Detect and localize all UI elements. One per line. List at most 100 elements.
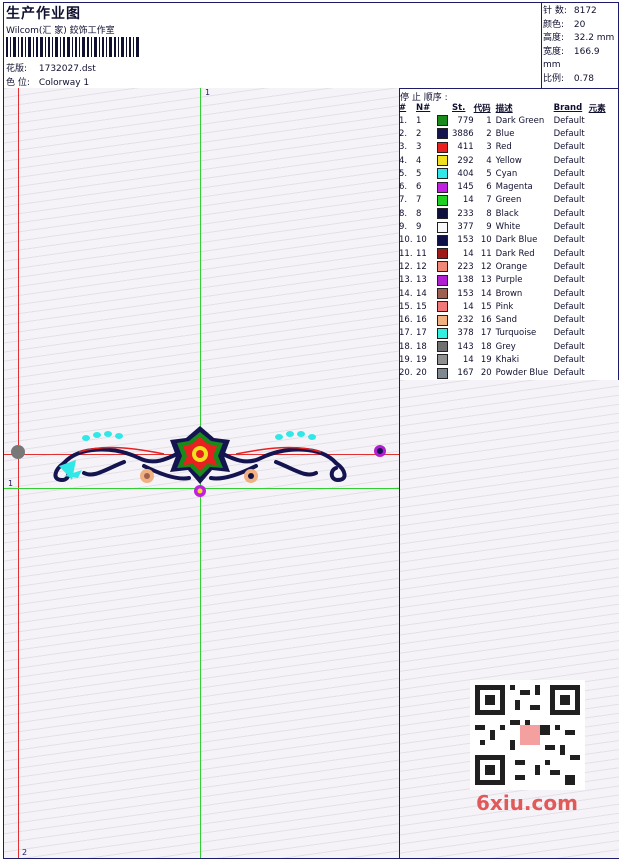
design-scale: 0.78	[573, 73, 594, 84]
stop-desc: Grey	[495, 341, 516, 352]
stop-row: 3. 3 411 3 Red Default	[399, 141, 609, 154]
stop-n: 17	[416, 328, 427, 339]
stop-st: 14	[462, 195, 474, 206]
stop-n: 11	[416, 248, 427, 259]
stop-st: 14	[462, 301, 474, 312]
stop-n: 15	[416, 301, 427, 312]
stop-idx: 14.	[399, 288, 413, 299]
stop-code: 20	[480, 368, 492, 379]
stop-code: 12	[480, 261, 492, 272]
stop-st: 404	[457, 168, 474, 179]
color-swatch	[437, 261, 448, 273]
design-canvas[interactable]: 1 1 2	[4, 88, 399, 858]
stop-idx: 8.	[399, 208, 408, 219]
stop-n: 9	[416, 222, 422, 233]
stop-n: 2	[416, 128, 422, 139]
stop-brand: Default	[553, 235, 585, 246]
watermark: 6xiu.com	[476, 791, 578, 815]
stop-brand: Default	[553, 115, 585, 126]
stop-code: 2	[486, 128, 492, 139]
stop-code: 13	[480, 275, 492, 286]
stop-code: 11	[480, 248, 492, 259]
stop-idx: 13.	[399, 275, 413, 286]
color-count: 20	[573, 19, 586, 30]
stop-n: 14	[416, 288, 427, 299]
color-swatch	[437, 354, 448, 366]
stop-desc: Black	[495, 208, 519, 219]
stop-n: 3	[416, 142, 422, 153]
stop-code: 10	[480, 235, 492, 246]
stop-st: 779	[457, 115, 474, 126]
stop-idx: 11.	[399, 248, 413, 259]
stop-brand: Default	[553, 261, 585, 272]
stop-idx: 18.	[399, 341, 413, 352]
stop-brand: Default	[553, 288, 585, 299]
stop-n: 6	[416, 182, 422, 193]
stop-n: 7	[416, 195, 422, 206]
stop-row: 2. 2 3886 2 Blue Default	[399, 127, 609, 140]
stop-sequence-table: # N# St. 代码 描述 Brand 元素 1. 1 779 1 Dark Gree…	[399, 101, 609, 380]
barcode	[6, 37, 139, 57]
stop-idx: 1.	[399, 115, 408, 126]
stop-row: 18. 18 143 18 Grey Default	[399, 340, 609, 353]
stop-n: 8	[416, 208, 422, 219]
stop-row: 20. 20 167 20 Powder Blue Default	[399, 367, 609, 380]
stop-brand: Default	[553, 341, 585, 352]
stop-brand: Default	[553, 248, 585, 259]
stop-idx: 9.	[399, 222, 408, 233]
stop-code: 8	[486, 208, 492, 219]
color-swatch	[437, 234, 448, 246]
stop-row: 6. 6 145 6 Magenta Default	[399, 180, 609, 193]
design-height: 32.2 mm	[573, 33, 615, 43]
stop-row: 4. 4 292 4 Yellow Default	[399, 154, 609, 167]
stop-code: 6	[486, 182, 492, 193]
stop-brand: Default	[553, 222, 585, 233]
stop-n: 12	[416, 261, 427, 272]
stop-code: 3	[486, 142, 492, 153]
guide-marker-top: 1	[205, 88, 211, 97]
stop-n: 18	[416, 341, 427, 352]
stop-desc: Dark Red	[495, 248, 535, 259]
company-name: Wilcom(汇 家) 鉸饰工作室	[6, 26, 115, 36]
stop-st: 233	[457, 208, 474, 219]
colorway-row: 色 位: Colorway 1	[6, 75, 89, 88]
stop-st: 378	[457, 328, 474, 339]
stop-n: 20	[416, 368, 427, 379]
stop-n: 4	[416, 155, 422, 166]
stop-code: 4	[486, 155, 492, 166]
stop-n: 16	[416, 315, 427, 326]
color-swatch	[437, 115, 448, 127]
color-swatch	[437, 301, 448, 313]
stop-row: 12. 12 223 12 Orange Default	[399, 260, 609, 273]
stop-st: 14	[462, 354, 474, 365]
stitch-count: 8172	[573, 6, 597, 16]
stop-brand: Default	[553, 142, 585, 153]
stop-desc: Brown	[495, 288, 523, 299]
stop-st: 145	[457, 182, 474, 193]
stop-idx: 10.	[399, 235, 413, 246]
stop-st: 153	[457, 235, 474, 246]
stop-brand: Default	[553, 368, 585, 379]
stop-code: 18	[480, 341, 492, 352]
guide-marker-bottom: 2	[22, 848, 28, 857]
stop-code: 16	[480, 315, 492, 326]
color-swatch	[437, 141, 448, 153]
design-label: 花版:	[6, 64, 28, 74]
stop-row: 8. 8 233 8 Black Default	[399, 207, 609, 220]
stop-row: 11. 11 14 11 Dark Red Default	[399, 247, 609, 260]
stop-idx: 2.	[399, 128, 408, 139]
stop-idx: 3.	[399, 142, 408, 153]
stop-row: 13. 13 138 13 Purple Default	[399, 274, 609, 287]
design-row: 花版: 1732027.dst	[6, 61, 96, 74]
stop-st: 167	[457, 368, 474, 379]
stop-st: 223	[457, 261, 474, 272]
color-swatch	[437, 367, 448, 379]
stop-code: 5	[486, 168, 492, 179]
color-swatch	[437, 274, 448, 286]
stop-row: 14. 14 153 14 Brown Default	[399, 287, 609, 300]
stop-n: 5	[416, 168, 422, 179]
stop-brand: Default	[553, 155, 585, 166]
stop-row: 5. 5 404 5 Cyan Default	[399, 167, 609, 180]
stop-row: 16. 16 232 16 Sand Default	[399, 313, 609, 326]
stop-brand: Default	[553, 128, 585, 139]
